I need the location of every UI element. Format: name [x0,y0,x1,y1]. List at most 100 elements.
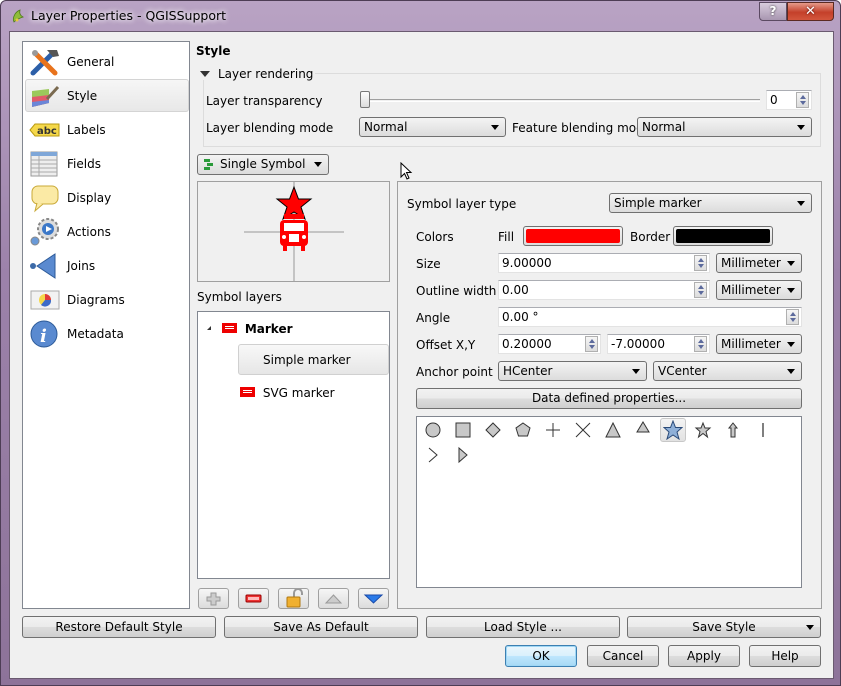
border-color-swatch [676,229,770,243]
abc-label-icon: abc [29,123,60,137]
symbol-layers-tree: Marker Simple marker SVG marker [197,311,390,579]
sidebar-item-labels[interactable]: abc Labels [25,113,189,146]
shape-circle[interactable] [421,419,445,441]
angle-spinbox[interactable]: 0.00 ° [498,307,802,327]
lock-layer-button[interactable] [278,588,309,609]
tree-item-label: Simple marker [263,353,351,367]
tree-item-label: Marker [244,322,293,336]
spin-arrows-icon[interactable] [694,282,707,298]
shape-cross[interactable] [541,419,565,441]
spin-arrows-icon[interactable] [694,255,707,271]
offset-x-spinbox[interactable]: 0.20000 [498,334,601,354]
layer-rendering-toggle[interactable]: Layer rendering [200,67,313,81]
gears-play-icon [30,218,59,246]
dropdown-arrow-icon [806,625,814,630]
sidebar-item-label: Style [67,89,98,103]
offset-unit-select[interactable]: Millimeter [716,334,802,354]
spin-arrows-icon[interactable] [585,336,598,352]
shape-arrowhead[interactable] [421,444,445,466]
feature-blending-select[interactable]: Normal [637,117,812,137]
layer-blending-select[interactable]: Normal [359,117,506,137]
add-symbol-layer-button[interactable] [198,588,229,609]
single-symbol-icon [204,159,213,170]
transparency-spinbox[interactable]: 0 [766,90,812,110]
dropdown-arrow-icon [787,342,795,347]
sidebar-item-general[interactable]: General [25,45,189,78]
anchor-vertical-select[interactable]: VCenter [653,361,802,381]
symbol-preview-graphic [244,182,344,281]
shape-regular-star[interactable] [691,419,715,441]
outline-unit-select[interactable]: Millimeter [716,280,802,300]
group-border [203,146,821,147]
shape-x[interactable] [571,419,595,441]
shape-filled-arrowhead[interactable] [451,444,475,466]
sidebar-item-display[interactable]: Display [25,181,189,214]
filled-arrowhead-shape-icon [458,446,468,464]
renderer-select[interactable]: Single Symbol [197,154,329,175]
sidebar-item-metadata[interactable]: i Metadata [25,317,189,350]
symbol-layer-type-value: Simple marker [614,196,702,210]
tree-item-svg-marker[interactable]: SVG marker [240,386,335,400]
fill-color-button[interactable] [523,226,623,246]
cancel-button[interactable]: Cancel [587,645,659,667]
shape-triangle[interactable] [601,419,625,441]
shape-diamond[interactable] [481,419,505,441]
offset-y-spinbox[interactable]: -7.00000 [607,334,710,354]
shape-line[interactable] [751,419,775,441]
minus-icon [245,594,262,603]
transparency-value: 0 [770,93,778,107]
pentagon-shape-icon [515,422,531,437]
sidebar-item-actions[interactable]: Actions [25,215,189,248]
shape-pentagon[interactable] [511,419,535,441]
triangle-shape-icon [605,421,621,438]
outline-width-spinbox[interactable]: 0.00 [498,280,710,300]
outline-width-label: Outline width [416,284,497,298]
shape-equilateral-triangle[interactable] [631,417,655,439]
anchor-horizontal-select[interactable]: HCenter [498,361,647,381]
save-style-button[interactable]: Save Style [627,616,821,638]
context-help-button[interactable]: ? [759,2,787,21]
sidebar-item-joins[interactable]: Joins [25,249,189,282]
spin-arrows-icon[interactable] [694,336,707,352]
sidebar-item-diagrams[interactable]: Diagrams [25,283,189,316]
restore-default-style-button[interactable]: Restore Default Style [22,616,216,638]
sidebar-item-label: Fields [67,157,101,171]
section-title: Style [196,44,231,58]
move-up-button[interactable] [318,588,349,609]
spin-arrows-icon[interactable] [796,92,809,108]
load-style-button[interactable]: Load Style ... [426,616,620,638]
move-down-button[interactable] [358,588,389,609]
shape-square[interactable] [451,419,475,441]
sidebar-item-style[interactable]: Style [25,79,189,112]
tree-expand-icon[interactable] [207,326,211,330]
marker-icon [240,387,255,397]
feature-blending-value: Normal [642,120,686,134]
group-border [203,80,204,146]
border-color-button[interactable] [673,226,773,246]
square-shape-icon [455,422,471,438]
plus-icon [206,592,221,606]
spin-arrows-icon[interactable] [786,309,799,325]
save-as-default-button[interactable]: Save As Default [224,616,418,638]
tree-item-simple-marker[interactable]: Simple marker [238,344,389,375]
shape-star[interactable] [660,418,686,442]
symbol-layer-type-select[interactable]: Simple marker [609,193,812,213]
dialog-body: General Style abc Labels Fields Display … [9,31,834,679]
size-unit-select[interactable]: Millimeter [716,253,802,273]
sidebar-item-fields[interactable]: Fields [25,147,189,180]
data-defined-properties-button[interactable]: Data defined properties... [416,388,802,409]
remove-symbol-layer-button[interactable] [238,588,269,609]
shape-arrow[interactable] [721,419,745,441]
transparency-slider[interactable] [362,99,760,102]
ok-button[interactable]: OK [505,645,577,667]
apply-button[interactable]: Apply [668,645,740,667]
line-shape-icon [762,423,764,437]
close-button[interactable]: ✕ [787,2,834,21]
symbol-layer-type-label: Symbol layer type [407,197,517,211]
size-unit-value: Millimeter [721,256,781,270]
transparency-slider-handle[interactable] [360,91,370,108]
size-spinbox[interactable]: 9.00000 [498,253,710,273]
help-button[interactable]: Help [749,645,821,667]
tree-item-marker[interactable]: Marker [222,322,293,336]
transparency-label: Layer transparency [206,94,323,108]
